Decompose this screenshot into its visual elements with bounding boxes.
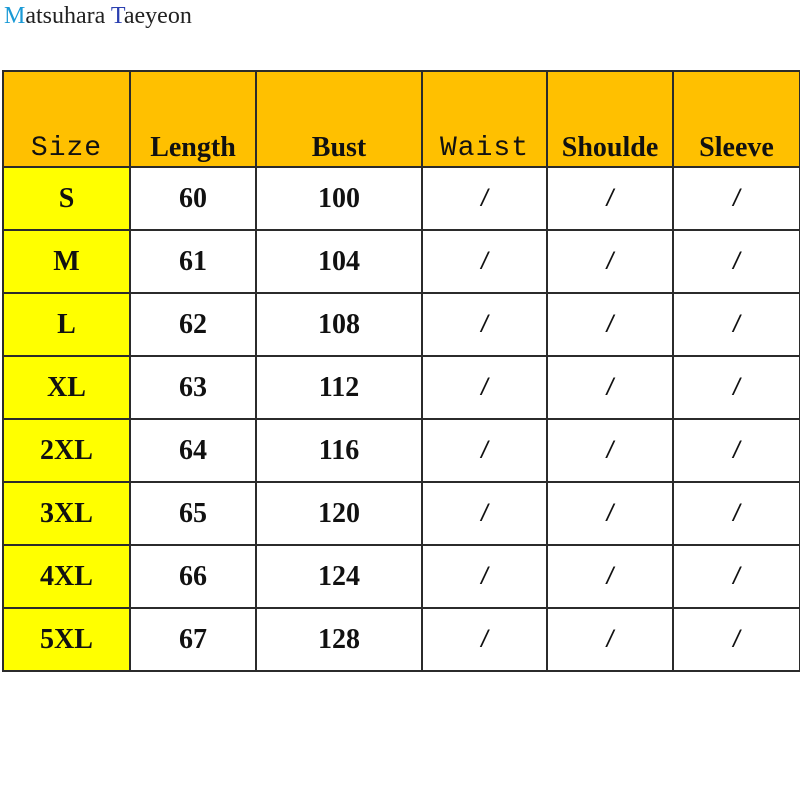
brand-name-part1: atsuhara: [25, 3, 111, 29]
cell-bust: 104: [255, 229, 423, 294]
cell-shoulder: /: [546, 292, 674, 357]
cell-bust: 100: [255, 166, 423, 231]
header-length: Length: [129, 70, 257, 168]
cell-size: 4XL: [2, 544, 131, 609]
cell-sleeve: /: [672, 292, 800, 357]
cell-size: 2XL: [2, 418, 131, 483]
cell-size: 5XL: [2, 607, 131, 672]
table-row: 5XL 67 128// /: [2, 607, 800, 672]
cell-bust: 116: [255, 418, 423, 483]
cell-shoulder: /: [546, 229, 674, 294]
cell-size: L: [2, 292, 131, 357]
header-size: Size: [2, 70, 131, 168]
cell-sleeve: /: [672, 166, 800, 231]
cell-length: 63: [129, 355, 257, 420]
header-waist: Waist: [421, 70, 548, 168]
header-sleeve: Sleeve: [672, 70, 800, 168]
cell-sleeve: /: [672, 481, 800, 546]
cell-sleeve: /: [672, 229, 800, 294]
table-row: M 61 104// /: [2, 229, 800, 294]
cell-shoulder: /: [546, 418, 674, 483]
cell-shoulder: /: [546, 166, 674, 231]
cell-length: 65: [129, 481, 257, 546]
cell-length: 60: [129, 166, 257, 231]
cell-shoulder: /: [546, 607, 674, 672]
cell-bust: 112: [255, 355, 423, 420]
table-row: S 60 100// /: [2, 166, 800, 231]
brand-initial-t: T: [110, 3, 124, 29]
cell-bust: 128: [255, 607, 423, 672]
cell-length: 66: [129, 544, 257, 609]
cell-sleeve: /: [672, 544, 800, 609]
cell-waist: /: [421, 355, 548, 420]
header-shoulder: Shoulde: [546, 70, 674, 168]
cell-waist: /: [421, 418, 548, 483]
cell-waist: /: [421, 544, 548, 609]
cell-length: 67: [129, 607, 257, 672]
cell-waist: /: [421, 229, 548, 294]
cell-bust: 124: [255, 544, 423, 609]
cell-size: S: [2, 166, 131, 231]
size-chart-table: Size Length Bust Waist Shoulde Sleeve S6…: [2, 70, 800, 672]
cell-sleeve: /: [672, 418, 800, 483]
cell-length: 62: [129, 292, 257, 357]
cell-bust: 108: [255, 292, 423, 357]
brand-initial-m: M: [4, 3, 26, 29]
cell-shoulder: /: [546, 544, 674, 609]
cell-bust: 120: [255, 481, 423, 546]
table-row: L 62 108// /: [2, 292, 800, 357]
table-row: XL 63 112// /: [2, 355, 800, 420]
cell-length: 61: [129, 229, 257, 294]
table-row: 4XL 66 124// /: [2, 544, 800, 609]
brand-logo-text: Matsuhara Taeyeon: [4, 3, 192, 30]
table-row: 3XL 65 120// /: [2, 481, 800, 546]
table-row: 2XL 64 116// /: [2, 418, 800, 483]
cell-waist: /: [421, 292, 548, 357]
cell-shoulder: /: [546, 481, 674, 546]
table-header-row: Size Length Bust Waist Shoulde Sleeve: [2, 70, 800, 168]
header-bust: Bust: [255, 70, 423, 168]
cell-length: 64: [129, 418, 257, 483]
cell-sleeve: /: [672, 607, 800, 672]
brand-name-part2: aeyeon: [123, 3, 192, 29]
cell-waist: /: [421, 607, 548, 672]
cell-sleeve: /: [672, 355, 800, 420]
cell-size: M: [2, 229, 131, 294]
cell-size: 3XL: [2, 481, 131, 546]
cell-waist: /: [421, 166, 548, 231]
cell-waist: /: [421, 481, 548, 546]
cell-size: XL: [2, 355, 131, 420]
cell-shoulder: /: [546, 355, 674, 420]
